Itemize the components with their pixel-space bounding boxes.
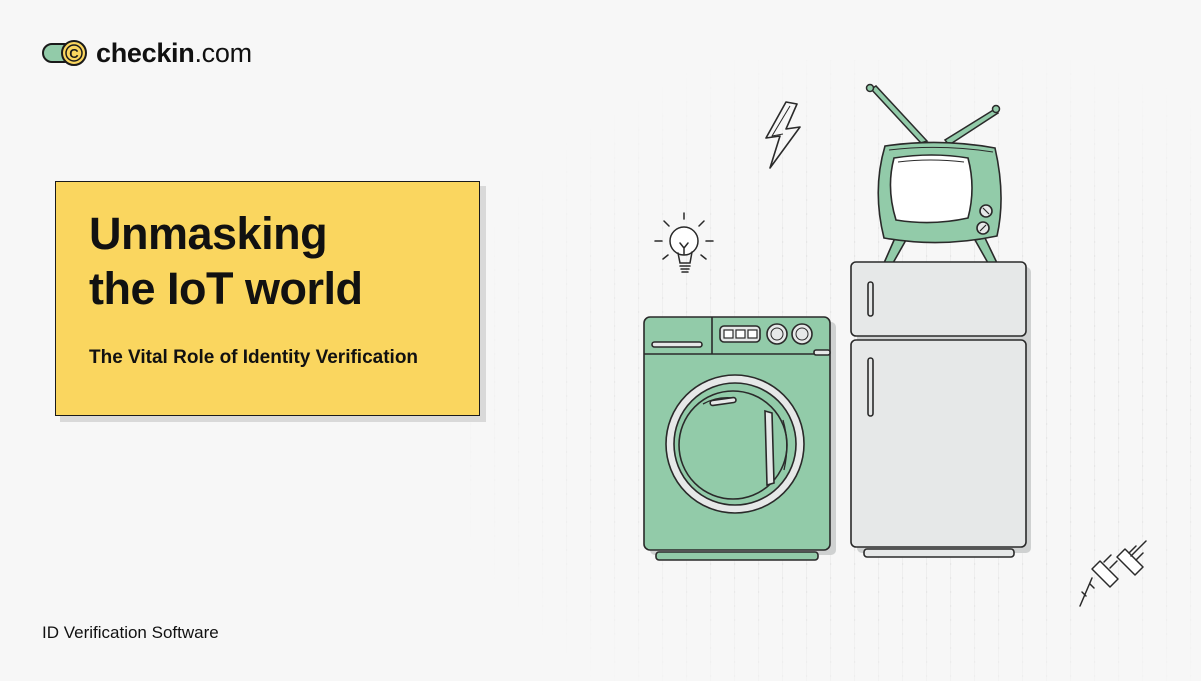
- lightbulb-icon: [654, 212, 714, 273]
- appliances-illustration: [643, 83, 1147, 607]
- lightning-icon: [765, 101, 801, 169]
- washing-machine-illustration: [643, 316, 836, 561]
- fridge-illustration: [850, 261, 1031, 558]
- plug-icon: [1079, 540, 1147, 607]
- tv-antenna: [865, 83, 1001, 147]
- tv-illustration: [877, 141, 1002, 264]
